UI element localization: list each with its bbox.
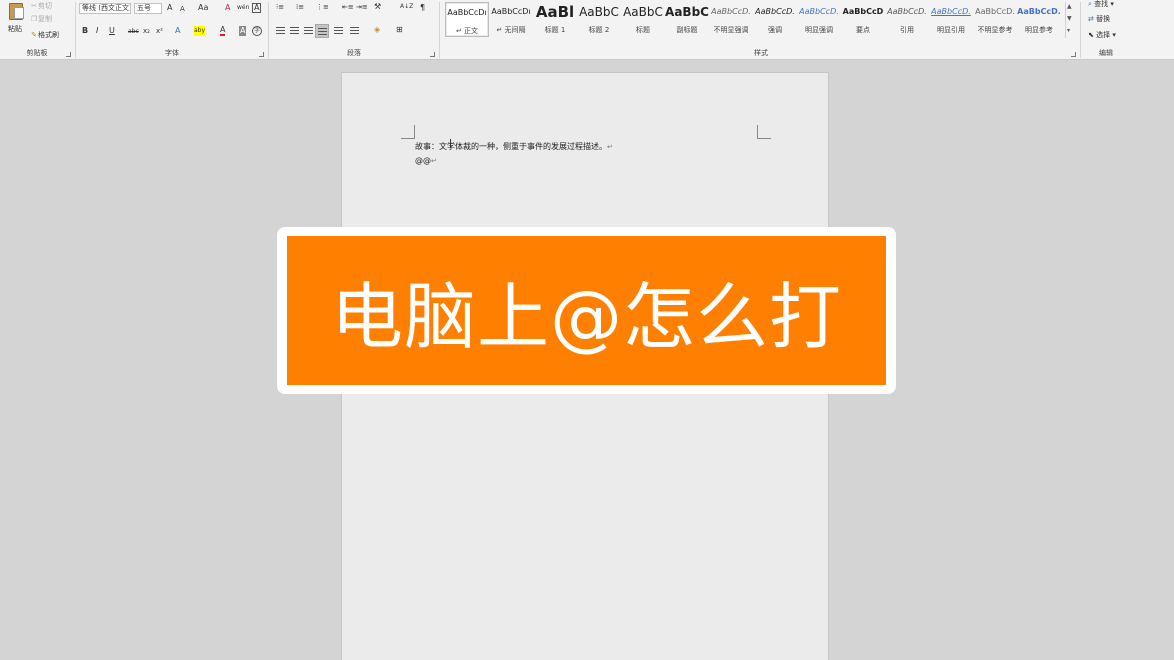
paragraph-launcher-icon[interactable] xyxy=(430,52,435,57)
multilevel-list-icon[interactable]: ⋮≡ xyxy=(316,3,329,13)
line-spacing-icon[interactable] xyxy=(350,27,359,35)
font-size-select[interactable]: 五号 xyxy=(134,3,162,14)
divider xyxy=(1080,2,1081,58)
clipboard-group: 粘贴 ✂剪切 ❐复制 ✎格式刷 剪贴板 xyxy=(0,0,74,60)
brush-icon: ✎ xyxy=(31,31,37,39)
document-line-1: 故事：文学体裁的一种，侧重于事件的发展过程描述。 xyxy=(415,142,607,151)
italic-button[interactable]: I xyxy=(96,26,98,36)
show-marks-button[interactable]: ¶ xyxy=(420,3,425,13)
align-left-icon[interactable] xyxy=(276,27,285,35)
chinese-layout-icon[interactable]: ⚒ xyxy=(374,2,384,13)
text-effects-button[interactable]: A xyxy=(175,26,180,36)
font-launcher-icon[interactable] xyxy=(259,52,264,57)
format-painter-button[interactable]: ✎格式刷 xyxy=(30,30,59,40)
align-center-icon[interactable] xyxy=(290,27,299,35)
mouse-ibeam-cursor xyxy=(450,139,451,148)
styles-group: 样式 xyxy=(443,0,1079,60)
editing-group-label: 编辑 xyxy=(1099,49,1113,57)
cut-button[interactable]: ✂剪切 xyxy=(30,1,52,11)
bold-button[interactable]: B xyxy=(82,26,88,36)
distributed-icon[interactable] xyxy=(334,27,343,35)
ribbon: 粘贴 ✂剪切 ❐复制 ✎格式刷 剪贴板 等线 (西文正文) 五号 A A Aa … xyxy=(0,0,1174,60)
increase-indent-icon[interactable]: ⇥≡ xyxy=(356,3,368,13)
document-line-2: @@ xyxy=(415,156,431,165)
strikethrough-button[interactable]: abc xyxy=(128,27,139,37)
margin-corner-mark xyxy=(401,125,415,139)
paste-icon xyxy=(9,3,24,20)
numbering-icon[interactable]: ⁞≡ xyxy=(296,3,306,13)
grow-font-button[interactable]: A xyxy=(167,3,172,13)
enclose-characters-button[interactable]: 字 xyxy=(252,26,262,36)
divider xyxy=(439,2,440,58)
font-group: 等线 (西文正文) 五号 A A Aa A wén A B I U abc x₂… xyxy=(77,0,267,60)
editing-group: 编辑 xyxy=(1082,0,1130,60)
clear-format-button[interactable]: A xyxy=(225,3,230,13)
copy-button[interactable]: ❐复制 xyxy=(30,14,52,24)
underline-button[interactable]: U xyxy=(109,26,115,36)
shrink-font-button[interactable]: A xyxy=(180,4,185,14)
paragraph-mark-icon: ↵ xyxy=(431,157,437,165)
styles-launcher-icon[interactable] xyxy=(1071,52,1076,57)
font-color-button[interactable]: A xyxy=(220,26,226,36)
sort-button[interactable]: A↓Z xyxy=(400,2,413,12)
title-banner: 电脑上@怎么打 xyxy=(277,227,896,394)
paste-label: 粘贴 xyxy=(8,25,22,33)
paragraph-mark-icon: ↵ xyxy=(607,143,613,151)
justify-button[interactable] xyxy=(315,24,329,38)
character-shading-button[interactable]: A xyxy=(239,26,247,36)
decrease-indent-icon[interactable]: ⇤≡ xyxy=(342,3,354,13)
bullets-icon[interactable]: ⁝≡ xyxy=(276,3,286,13)
align-right-icon[interactable] xyxy=(304,27,313,35)
superscript-button[interactable]: x² xyxy=(156,26,163,36)
clipboard-launcher-icon[interactable] xyxy=(66,52,71,57)
styles-group-label: 样式 xyxy=(754,49,768,57)
clipboard-group-label: 剪贴板 xyxy=(26,49,48,57)
copy-icon: ❐ xyxy=(30,15,38,23)
phonetic-guide-button[interactable]: wén xyxy=(237,3,249,13)
margin-corner-mark xyxy=(757,125,771,139)
borders-icon[interactable]: ⊞ xyxy=(396,25,403,35)
title-banner-fill: 电脑上@怎么打 xyxy=(287,236,886,385)
font-group-label: 字体 xyxy=(165,49,179,57)
divider xyxy=(75,2,76,58)
highlight-button[interactable]: aby xyxy=(194,26,206,36)
title-banner-text: 电脑上@怎么打 xyxy=(330,275,842,359)
shading-icon[interactable]: ◈ xyxy=(374,25,380,35)
paste-button[interactable]: 粘贴 xyxy=(6,2,26,42)
scissors-icon: ✂ xyxy=(31,2,37,10)
character-border-button[interactable]: A xyxy=(252,3,262,13)
subscript-button[interactable]: x₂ xyxy=(143,26,150,36)
paragraph-group-label: 段落 xyxy=(347,49,361,57)
font-name-select[interactable]: 等线 (西文正文) xyxy=(79,3,131,14)
justify-icon xyxy=(318,28,327,36)
divider xyxy=(268,2,269,58)
change-case-button[interactable]: Aa xyxy=(198,3,208,13)
document-paragraph[interactable]: 故事：文学体裁的一种，侧重于事件的发展过程描述。↵ xyxy=(415,141,613,152)
paragraph-group: ⁝≡ ⁞≡ ⋮≡ ⇤≡ ⇥≡ ⚒ A↓Z ¶ ◈ ⊞ 段落 xyxy=(270,0,438,60)
document-paragraph[interactable]: @@↵ xyxy=(415,156,437,165)
